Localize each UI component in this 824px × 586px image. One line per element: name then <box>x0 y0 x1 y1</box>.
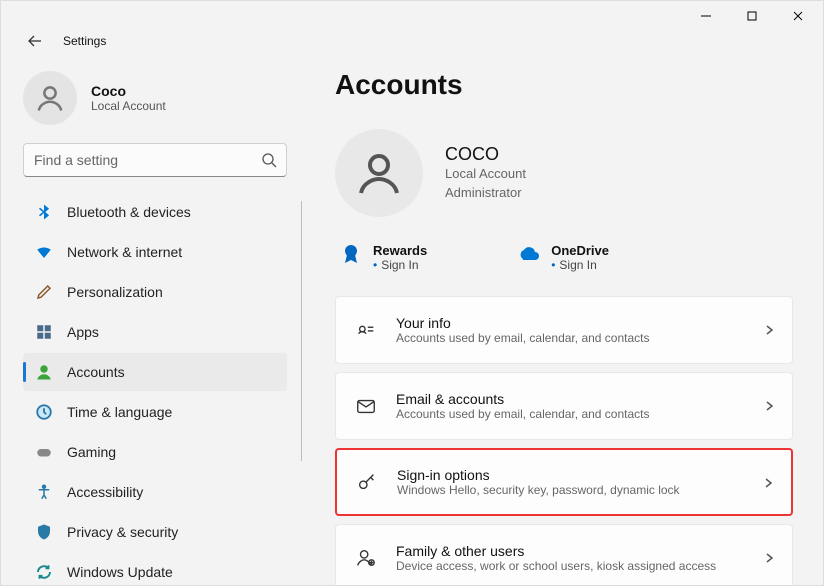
sidebar-item-label: Bluetooth & devices <box>67 204 191 220</box>
card-title: Your info <box>396 315 649 331</box>
gaming-icon <box>35 443 53 461</box>
search-input[interactable] <box>23 143 287 177</box>
update-icon <box>35 563 53 581</box>
sidebar-item-label: Accessibility <box>67 484 143 500</box>
onedrive-icon <box>517 243 541 267</box>
avatar-icon <box>23 71 77 125</box>
titlebar <box>1 1 823 31</box>
tile-subtitle: •Sign In <box>551 258 609 272</box>
card-family[interactable]: Family & other usersDevice access, work … <box>335 524 793 585</box>
card-subtitle: Device access, work or school users, kio… <box>396 559 716 573</box>
bluetooth-icon <box>35 203 53 221</box>
card-title: Family & other users <box>396 543 716 559</box>
sidebar-item-label: Personalization <box>67 284 163 300</box>
sidebar-item-time[interactable]: Time & language <box>23 393 287 431</box>
sidebar: Coco Local Account Bluetooth & devices Ne… <box>1 51 301 585</box>
time-icon <box>35 403 53 421</box>
sidebar-item-label: Accounts <box>67 364 125 380</box>
search-icon <box>261 152 277 168</box>
card-subtitle: Windows Hello, security key, password, d… <box>397 483 680 497</box>
maximize-button[interactable] <box>729 1 775 31</box>
card-mail[interactable]: Email & accountsAccounts used by email, … <box>335 372 793 440</box>
sidebar-item-apps[interactable]: Apps <box>23 313 287 351</box>
rewards-icon <box>339 243 363 267</box>
wifi-icon <box>35 243 53 261</box>
profile-block[interactable]: Coco Local Account <box>19 69 297 143</box>
tile-title: Rewards <box>373 243 427 258</box>
family-icon <box>354 546 378 570</box>
profile-name: Coco <box>91 83 166 99</box>
sidebar-item-label: Apps <box>67 324 99 340</box>
card-id[interactable]: Your infoAccounts used by email, calenda… <box>335 296 793 364</box>
minimize-button[interactable] <box>683 1 729 31</box>
privacy-icon <box>35 523 53 541</box>
back-button[interactable] <box>27 33 43 49</box>
apps-icon <box>35 323 53 341</box>
main-content: Accounts COCO Local Account Administrato… <box>301 51 823 585</box>
id-icon <box>354 318 378 342</box>
card-subtitle: Accounts used by email, calendar, and co… <box>396 331 649 345</box>
chevron-right-icon <box>762 551 776 565</box>
account-name: COCO <box>445 144 526 165</box>
card-title: Email & accounts <box>396 391 649 407</box>
chevron-right-icon <box>761 476 775 490</box>
avatar-large-icon <box>335 129 423 217</box>
card-key[interactable]: Sign-in optionsWindows Hello, security k… <box>335 448 793 516</box>
search-container <box>23 143 287 177</box>
tile-rewards[interactable]: Rewards•Sign In <box>339 243 427 272</box>
sidebar-item-bluetooth[interactable]: Bluetooth & devices <box>23 193 287 231</box>
app-title: Settings <box>63 34 106 48</box>
key-icon <box>355 470 379 494</box>
sidebar-item-label: Time & language <box>67 404 172 420</box>
tiles-row: Rewards•Sign InOneDrive•Sign In <box>335 239 793 296</box>
sidebar-item-update[interactable]: Windows Update <box>23 553 287 585</box>
account-role: Administrator <box>445 184 526 202</box>
nav-list: Bluetooth & devices Network & internet Per… <box>19 191 297 585</box>
mail-icon <box>354 394 378 418</box>
sidebar-item-privacy[interactable]: Privacy & security <box>23 513 287 551</box>
profile-subtitle: Local Account <box>91 99 166 113</box>
sidebar-item-label: Gaming <box>67 444 116 460</box>
card-title: Sign-in options <box>397 467 680 483</box>
accounts-icon <box>35 363 53 381</box>
chevron-right-icon <box>762 323 776 337</box>
sidebar-item-accounts[interactable]: Accounts <box>23 353 287 391</box>
account-header: COCO Local Account Administrator <box>335 129 793 217</box>
sidebar-item-accessibility[interactable]: Accessibility <box>23 473 287 511</box>
tile-title: OneDrive <box>551 243 609 258</box>
tile-subtitle: •Sign In <box>373 258 427 272</box>
brush-icon <box>35 283 53 301</box>
cards-list: Your infoAccounts used by email, calenda… <box>335 296 793 585</box>
tile-onedrive[interactable]: OneDrive•Sign In <box>517 243 609 272</box>
header: Settings <box>1 31 823 51</box>
chevron-right-icon <box>762 399 776 413</box>
page-title: Accounts <box>335 69 793 101</box>
card-subtitle: Accounts used by email, calendar, and co… <box>396 407 649 421</box>
sidebar-item-label: Windows Update <box>67 564 173 580</box>
close-button[interactable] <box>775 1 821 31</box>
divider <box>301 201 302 461</box>
sidebar-item-label: Network & internet <box>67 244 182 260</box>
account-type: Local Account <box>445 165 526 183</box>
sidebar-item-brush[interactable]: Personalization <box>23 273 287 311</box>
sidebar-item-label: Privacy & security <box>67 524 178 540</box>
accessibility-icon <box>35 483 53 501</box>
sidebar-item-gaming[interactable]: Gaming <box>23 433 287 471</box>
sidebar-item-wifi[interactable]: Network & internet <box>23 233 287 271</box>
